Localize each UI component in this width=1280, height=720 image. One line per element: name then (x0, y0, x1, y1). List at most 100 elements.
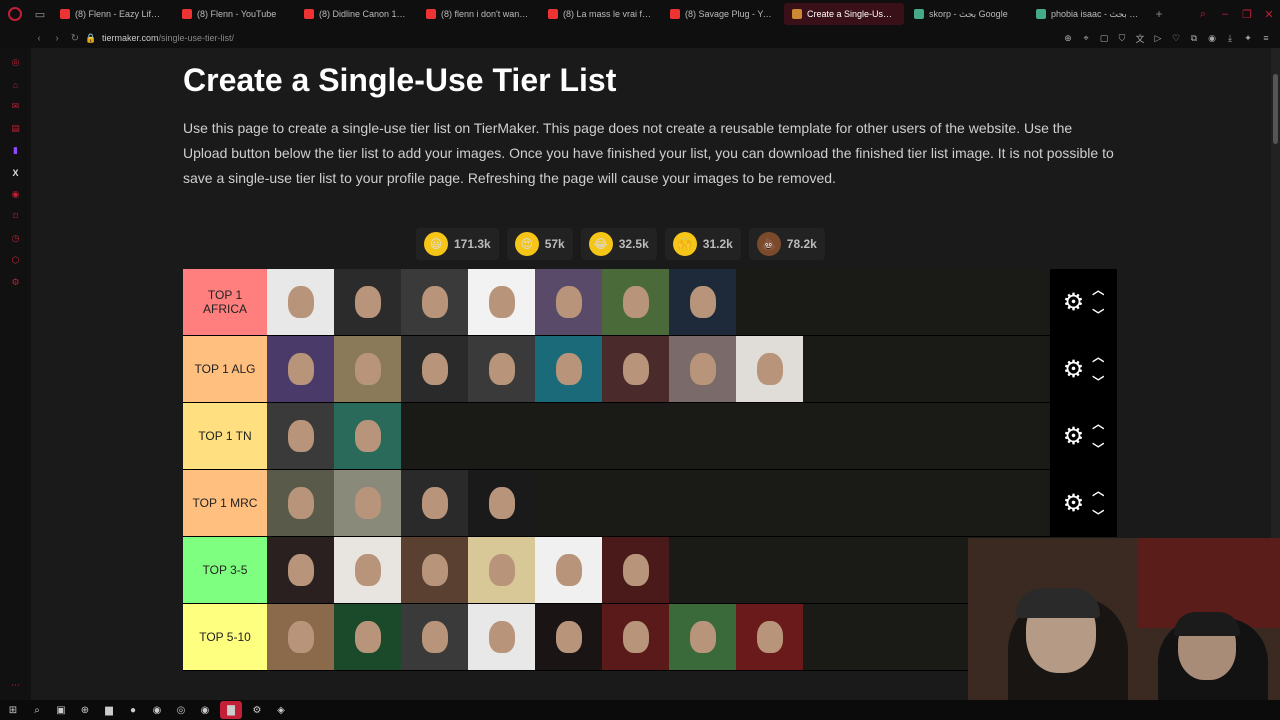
tier-label[interactable]: TOP 1 MRC (183, 470, 267, 536)
tier-label[interactable]: TOP 1 ALG (183, 336, 267, 402)
tier-item-image[interactable] (267, 470, 334, 536)
gear-icon[interactable]: ⚙ (1063, 422, 1085, 451)
tier-item-image[interactable] (401, 470, 468, 536)
opera-menu-button[interactable] (0, 0, 30, 28)
twitch-icon[interactable]: ▮ (8, 142, 24, 159)
download-icon[interactable]: ⤓ (1222, 30, 1238, 46)
tier-item-image[interactable] (535, 336, 602, 402)
tier-items[interactable] (267, 403, 1050, 469)
tier-label[interactable]: TOP 1 AFRICA (183, 269, 267, 335)
steam-icon[interactable]: ◈ (272, 701, 290, 719)
tier-item-image[interactable] (401, 269, 468, 335)
browser-tab[interactable]: (8) Flenn - YouTube (174, 3, 294, 25)
news-icon[interactable]: ▤ (8, 120, 24, 137)
settings-icon[interactable]: ⚙ (248, 701, 266, 719)
more-icon[interactable]: ⋯ (8, 677, 24, 694)
reaction-button[interactable]: 🙌 31.2k (664, 228, 741, 260)
tier-label[interactable]: TOP 5-10 (183, 604, 267, 670)
tier-item-image[interactable] (602, 537, 669, 603)
reaction-button[interactable]: 😃 171.3k (416, 228, 499, 260)
profile-icon[interactable]: ◉ (1204, 30, 1220, 46)
tier-item-image[interactable] (535, 604, 602, 670)
reaction-button[interactable]: 😂 32.5k (580, 228, 657, 260)
zoom-icon[interactable]: ⊕ (1060, 30, 1076, 46)
explorer-icon[interactable]: ▆ (100, 701, 118, 719)
browser-tab[interactable]: Create a Single-Use Tier L (784, 3, 904, 25)
history-icon[interactable]: ◷ (8, 230, 24, 247)
translate-icon[interactable]: 文 (1132, 30, 1148, 46)
spotify-icon[interactable]: ◉ (148, 701, 166, 719)
browser-tab[interactable]: (8) flenn i don't want it - (418, 3, 538, 25)
browser-tab[interactable]: (8) Didline Canon 16 FT (296, 3, 416, 25)
minimize-icon[interactable]: – (1214, 0, 1236, 28)
tier-label[interactable]: TOP 3-5 (183, 537, 267, 603)
pinboard-icon[interactable]: ⬡ (8, 252, 24, 269)
tier-item-image[interactable] (736, 336, 803, 402)
camera-icon[interactable]: ⌖ (1078, 30, 1094, 46)
url-field[interactable]: tiermaker.com/single-use-tier-list/ (102, 33, 234, 43)
tier-item-image[interactable] (401, 336, 468, 402)
reaction-button[interactable]: 💩 78.2k (748, 228, 825, 260)
chevron-down-icon[interactable]: ﹀ (1092, 373, 1104, 390)
discord-icon[interactable]: ◉ (196, 701, 214, 719)
tier-item-image[interactable] (535, 269, 602, 335)
search-icon[interactable]: ⌕ (28, 701, 46, 719)
ai-icon[interactable]: ✦ (1240, 30, 1256, 46)
tier-item-image[interactable] (602, 336, 669, 402)
browser-tab[interactable]: (8) La mass le vrai ft. @ (540, 3, 660, 25)
tab-manager-icon[interactable]: ▭ (30, 0, 50, 28)
speed-dial-icon[interactable]: ◎ (8, 54, 24, 71)
windows-icon[interactable]: ⊞ (4, 701, 22, 719)
tier-item-image[interactable] (334, 470, 401, 536)
chevron-down-icon[interactable]: ﹀ (1092, 507, 1104, 524)
tier-item-image[interactable] (267, 269, 334, 335)
chevron-up-icon[interactable]: ︿ (1092, 482, 1104, 499)
mic-icon[interactable]: ● (124, 701, 142, 719)
opera-icon[interactable]: ◎ (172, 701, 190, 719)
chevron-up-icon[interactable]: ︿ (1092, 348, 1104, 365)
snapshot-icon[interactable]: ▢ (1096, 30, 1112, 46)
forward-icon[interactable]: › (48, 28, 66, 48)
tier-label[interactable]: TOP 1 TN (183, 403, 267, 469)
tier-item-image[interactable] (468, 604, 535, 670)
tier-item-image[interactable] (267, 336, 334, 402)
player-icon[interactable]: ◉ (8, 186, 24, 203)
shield-icon[interactable]: ⛉ (1114, 30, 1130, 46)
app-icon[interactable]: ▇ (220, 701, 242, 719)
reload-icon[interactable]: ↻ (66, 28, 84, 48)
x-icon[interactable]: X (8, 164, 24, 181)
tier-item-image[interactable] (267, 604, 334, 670)
gear-icon[interactable]: ⚙ (1063, 489, 1085, 518)
gear-icon[interactable]: ⚙ (1063, 355, 1085, 384)
bookmark-icon[interactable]: ⌑ (8, 208, 24, 225)
tier-item-image[interactable] (401, 604, 468, 670)
tier-item-image[interactable] (468, 269, 535, 335)
xbox-icon[interactable]: ⊕ (76, 701, 94, 719)
browser-tab[interactable]: (8) Savage Plug - YouTu (662, 3, 782, 25)
tier-item-image[interactable] (669, 336, 736, 402)
bag-icon[interactable]: ⌂ (8, 76, 24, 93)
tier-item-image[interactable] (401, 537, 468, 603)
tier-item-image[interactable] (334, 403, 401, 469)
menu-icon[interactable]: ≡ (1258, 30, 1274, 46)
tier-item-image[interactable] (602, 269, 669, 335)
chevron-up-icon[interactable]: ︿ (1092, 415, 1104, 432)
extensions-icon[interactable]: ⧉ (1186, 30, 1202, 46)
tier-item-image[interactable] (334, 269, 401, 335)
heart-icon[interactable]: ♡ (1168, 30, 1184, 46)
search-tabs-icon[interactable]: ⌕ (1192, 0, 1214, 28)
tier-item-image[interactable] (334, 336, 401, 402)
chevron-up-icon[interactable]: ︿ (1092, 281, 1104, 298)
new-tab-button[interactable]: + (1148, 7, 1170, 21)
tier-item-image[interactable] (736, 604, 803, 670)
lock-icon[interactable]: 🔒 (84, 33, 98, 44)
tier-item-image[interactable] (468, 470, 535, 536)
tier-item-image[interactable] (334, 604, 401, 670)
reaction-button[interactable]: 😍 57k (506, 228, 573, 260)
tier-items[interactable] (267, 470, 1050, 536)
browser-tab[interactable]: skorp - بحث Google (906, 3, 1026, 25)
tier-item-image[interactable] (267, 403, 334, 469)
browser-tab[interactable]: (8) Flenn - Eazy Life - Yo (52, 3, 172, 25)
gear-icon[interactable]: ⚙ (1063, 288, 1085, 317)
tier-item-image[interactable] (468, 537, 535, 603)
